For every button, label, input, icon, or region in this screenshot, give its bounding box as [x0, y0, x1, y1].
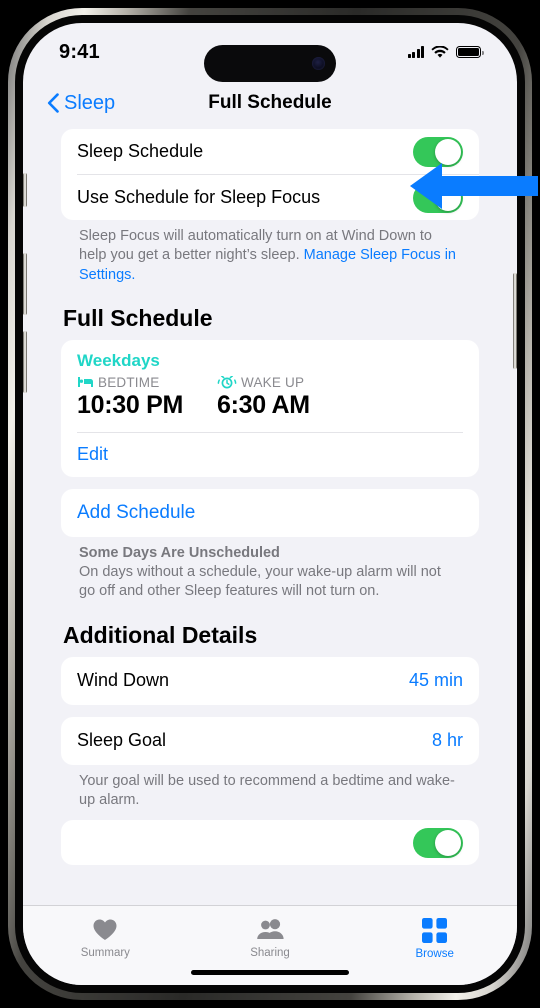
bedtime-column: BEDTIME 10:30 PM [77, 375, 217, 420]
scroll-content[interactable]: Sleep Schedule Use Schedule for Sleep Fo… [23, 129, 517, 985]
wind-down-label: Wind Down [77, 670, 170, 691]
sleep-schedule-toggle[interactable] [413, 136, 463, 167]
sleep-goal-footnote: Your goal will be used to recommend a be… [79, 772, 455, 808]
row-sleep-goal[interactable]: Sleep Goal 8 hr [61, 717, 479, 765]
back-button[interactable]: Sleep [47, 92, 115, 115]
use-schedule-focus-label: Use Schedule for Sleep Focus [77, 187, 321, 207]
additional-details-heading: Additional Details [63, 621, 258, 648]
sleep-goal-card: Sleep Goal 8 hr [61, 716, 479, 765]
row-wind-down[interactable]: Wind Down 45 min [61, 657, 479, 705]
sleep-settings-card: Sleep Schedule Use Schedule for Sleep Fo… [61, 129, 479, 220]
back-button-label: Sleep [64, 91, 116, 114]
partial-row-toggle[interactable] [413, 827, 463, 858]
heart-icon [93, 919, 117, 940]
wind-down-value: 45 min [408, 670, 463, 691]
unscheduled-note-title: Some Days Are Unscheduled [79, 544, 280, 561]
sleep-schedule-label: Sleep Schedule [77, 141, 204, 161]
add-schedule-card: Add Schedule [61, 488, 479, 537]
tab-summary[interactable]: Summary [23, 906, 188, 985]
tab-sharing-label: Sharing [250, 947, 290, 959]
weekdays-label: Weekdays [77, 350, 160, 370]
sleep-goal-label: Sleep Goal [77, 730, 167, 751]
sleep-goal-value: 8 hr [431, 730, 463, 751]
chevron-left-icon [47, 93, 59, 113]
wakeup-column: WAKE UP 6:30 AM [217, 375, 310, 420]
wifi-icon [431, 45, 449, 58]
grid-icon [422, 918, 448, 943]
wakeup-caption-row: WAKE UP [217, 375, 310, 390]
bedtime-value: 10:30 PM [77, 390, 183, 419]
battery-full-icon [456, 45, 484, 59]
bedtime-caption-row: BEDTIME [77, 375, 217, 390]
weekdays-schedule-card: Weekdays BEDTIME 10:30 PM WAKE UP 6:30 A… [61, 339, 479, 477]
phone-frame: 9:41 Sleep Full Schedule Sleep Schedule … [8, 8, 532, 1000]
wind-down-card: Wind Down 45 min [61, 656, 479, 705]
status-icons [407, 45, 484, 59]
row-sleep-schedule[interactable]: Sleep Schedule [61, 129, 479, 174]
unscheduled-note: Some Days Are Unscheduled On days withou… [61, 537, 479, 602]
use-schedule-focus-toggle[interactable] [413, 182, 463, 213]
navigation-bar: Sleep Full Schedule [23, 77, 517, 129]
tab-browse[interactable]: Browse [352, 906, 517, 985]
dynamic-island [204, 45, 336, 82]
people-icon [257, 919, 284, 939]
home-indicator[interactable] [191, 970, 349, 975]
partial-row-card [61, 820, 479, 866]
alarm-clock-icon [217, 375, 237, 389]
wakeup-value: 6:30 AM [217, 390, 310, 419]
row-partial[interactable] [61, 820, 479, 865]
unscheduled-note-body: On days without a schedule, your wake-up… [79, 564, 441, 600]
schedule-summary[interactable]: Weekdays BEDTIME 10:30 PM WAKE UP 6:30 A… [61, 340, 479, 432]
row-use-schedule-for-sleep-focus[interactable]: Use Schedule for Sleep Focus [61, 175, 479, 220]
full-schedule-heading: Full Schedule [63, 304, 213, 331]
bed-icon [78, 377, 93, 388]
phone-screen: 9:41 Sleep Full Schedule Sleep Schedule … [23, 23, 517, 985]
wakeup-caption: WAKE UP [241, 374, 305, 390]
bedtime-caption: BEDTIME [98, 374, 160, 390]
status-time: 9:41 [59, 40, 100, 63]
phone-bezel: 9:41 Sleep Full Schedule Sleep Schedule … [15, 15, 525, 993]
add-schedule-button[interactable]: Add Schedule [61, 489, 479, 537]
edit-schedule-button[interactable]: Edit [61, 433, 479, 477]
tab-summary-label: Summary [80, 947, 130, 959]
front-camera-icon [312, 57, 325, 70]
sleep-focus-footnote: Sleep Focus will automatically turn on a… [61, 220, 479, 285]
cellular-bars-icon [407, 46, 424, 58]
tab-browse-label: Browse [415, 948, 454, 960]
